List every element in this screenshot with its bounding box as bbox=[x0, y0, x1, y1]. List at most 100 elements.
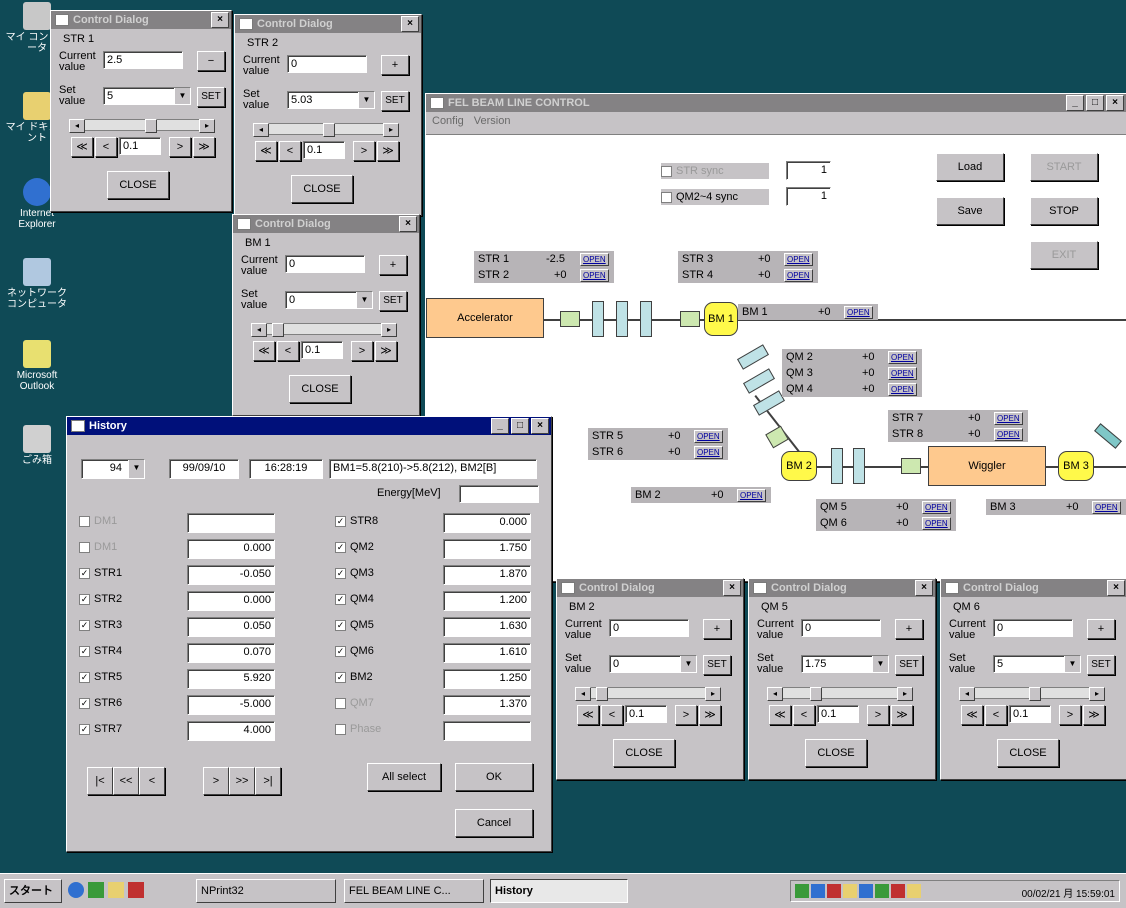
increment-button[interactable]: + bbox=[1087, 619, 1115, 639]
history-row-checkbox[interactable]: ✓ STR3 bbox=[79, 619, 122, 631]
chevron-left-icon[interactable]: ◂ bbox=[253, 123, 269, 137]
close-icon[interactable]: × bbox=[1106, 95, 1124, 111]
exit-button[interactable]: EXIT bbox=[1030, 241, 1098, 269]
step-prev-button[interactable]: < bbox=[793, 705, 815, 725]
step-next-button[interactable]: > bbox=[1059, 705, 1081, 725]
history-row-checkbox[interactable]: QM7 bbox=[335, 697, 374, 709]
increment-button[interactable]: + bbox=[379, 255, 407, 275]
history-row-checkbox[interactable]: ✓ STR2 bbox=[79, 593, 122, 605]
close-button[interactable]: CLOSE bbox=[613, 739, 675, 767]
save-button[interactable]: Save bbox=[936, 197, 1004, 225]
ok-button[interactable]: OK bbox=[455, 763, 533, 791]
slider-thumb[interactable] bbox=[1029, 687, 1041, 701]
history-row-checkbox[interactable]: ✓ STR7 bbox=[79, 723, 122, 735]
step-field[interactable]: 0.1 bbox=[119, 137, 161, 155]
value-slider[interactable]: ◂ ▸ bbox=[959, 687, 1105, 701]
history-row-checkbox[interactable]: ✓ QM3 bbox=[335, 567, 374, 579]
chevron-down-icon[interactable]: ▼ bbox=[174, 88, 190, 104]
step-prev-button[interactable]: < bbox=[279, 141, 301, 161]
start-button[interactable]: スタート bbox=[4, 879, 62, 903]
chevron-right-icon[interactable]: ▸ bbox=[705, 687, 721, 701]
chevron-down-icon[interactable]: ▼ bbox=[358, 92, 374, 108]
slider-thumb[interactable] bbox=[323, 123, 335, 137]
task-history[interactable]: History bbox=[490, 879, 628, 903]
step-field[interactable]: 0.1 bbox=[817, 705, 859, 723]
recycle-bin-icon[interactable]: ごみ箱 bbox=[2, 425, 72, 466]
history-row-checkbox[interactable]: ✓ QM6 bbox=[335, 645, 374, 657]
set-button[interactable]: SET bbox=[703, 655, 731, 675]
history-row-checkbox[interactable]: ✓ STR5 bbox=[79, 671, 122, 683]
step-next-button[interactable]: > bbox=[169, 137, 191, 157]
step-next-button[interactable]: > bbox=[867, 705, 889, 725]
start-button[interactable]: START bbox=[1030, 153, 1098, 181]
step-first-button[interactable]: ≪ bbox=[577, 705, 599, 725]
value-slider[interactable]: ◂ ▸ bbox=[253, 123, 399, 137]
history-row-checkbox[interactable]: DM1 bbox=[79, 515, 117, 527]
value-slider[interactable]: ◂ ▸ bbox=[69, 119, 215, 133]
step-field[interactable]: 0.1 bbox=[303, 141, 345, 159]
load-button[interactable]: Load bbox=[936, 153, 1004, 181]
set-button[interactable]: SET bbox=[1087, 655, 1115, 675]
step-next-button[interactable]: > bbox=[675, 705, 697, 725]
next-button[interactable]: > bbox=[203, 767, 229, 795]
current-value-field[interactable]: 0 bbox=[993, 619, 1073, 637]
energy-field[interactable] bbox=[459, 485, 539, 503]
close-button[interactable]: CLOSE bbox=[997, 739, 1059, 767]
current-value-field[interactable]: 0 bbox=[285, 255, 365, 273]
minimize-icon[interactable]: _ bbox=[491, 418, 509, 434]
network-computer-icon[interactable]: ネットワーク コンピュータ bbox=[2, 258, 72, 310]
step-prev-button[interactable]: < bbox=[277, 341, 299, 361]
history-row-checkbox[interactable]: ✓ STR4 bbox=[79, 645, 122, 657]
history-row-checkbox[interactable]: ✓ STR1 bbox=[79, 567, 122, 579]
chevron-down-icon[interactable]: ▼ bbox=[1064, 656, 1080, 672]
step-first-button[interactable]: ≪ bbox=[71, 137, 93, 157]
history-row-checkbox[interactable]: Phase bbox=[335, 723, 381, 735]
close-icon[interactable]: × bbox=[723, 580, 741, 596]
step-last-button[interactable]: ≫ bbox=[1083, 705, 1105, 725]
step-field[interactable]: 0.1 bbox=[1009, 705, 1051, 723]
close-icon[interactable]: × bbox=[531, 418, 549, 434]
quick-icon[interactable] bbox=[108, 882, 124, 898]
outlook-icon[interactable]: Microsoft Outlook bbox=[2, 340, 72, 392]
set-value-select[interactable]: 0 ▼ bbox=[609, 655, 697, 673]
chevron-right-icon[interactable]: ▸ bbox=[383, 123, 399, 137]
value-slider[interactable]: ◂ ▸ bbox=[767, 687, 913, 701]
increment-button[interactable]: + bbox=[703, 619, 731, 639]
close-button[interactable]: CLOSE bbox=[289, 375, 351, 403]
step-field[interactable]: 0.1 bbox=[301, 341, 343, 359]
maximize-icon[interactable]: □ bbox=[1086, 95, 1104, 111]
chevron-down-icon[interactable]: ▼ bbox=[680, 656, 696, 672]
set-value-select[interactable]: 1.75 ▼ bbox=[801, 655, 889, 673]
ie-quick-icon[interactable] bbox=[68, 882, 84, 898]
chevron-down-icon[interactable]: ▼ bbox=[872, 656, 888, 672]
close-button[interactable]: CLOSE bbox=[291, 175, 353, 203]
all-select-button[interactable]: All select bbox=[367, 763, 441, 791]
chevron-right-icon[interactable]: ▸ bbox=[381, 323, 397, 337]
step-last-button[interactable]: ≫ bbox=[891, 705, 913, 725]
slider-thumb[interactable] bbox=[596, 687, 608, 701]
chevron-down-icon[interactable]: ▼ bbox=[356, 292, 372, 308]
first-button[interactable]: |< bbox=[87, 767, 113, 795]
value-slider[interactable]: ◂ ▸ bbox=[575, 687, 721, 701]
chevron-left-icon[interactable]: ◂ bbox=[575, 687, 591, 701]
chevron-right-icon[interactable]: ▸ bbox=[897, 687, 913, 701]
step-last-button[interactable]: ≫ bbox=[377, 141, 399, 161]
current-value-field[interactable]: 0 bbox=[609, 619, 689, 637]
history-row-checkbox[interactable]: ✓ BM2 bbox=[335, 671, 373, 683]
step-next-button[interactable]: > bbox=[353, 141, 375, 161]
slider-thumb[interactable] bbox=[272, 323, 284, 337]
next-fast-button[interactable]: >> bbox=[229, 767, 255, 795]
step-last-button[interactable]: ≫ bbox=[193, 137, 215, 157]
current-value-field[interactable]: 0 bbox=[801, 619, 881, 637]
history-row-checkbox[interactable]: ✓ STR8 bbox=[335, 515, 378, 527]
set-value-select[interactable]: 5 ▼ bbox=[993, 655, 1081, 673]
set-value-select[interactable]: 5 ▼ bbox=[103, 87, 191, 105]
history-row-checkbox[interactable]: DM1 bbox=[79, 541, 117, 553]
close-icon[interactable]: × bbox=[915, 580, 933, 596]
str-sync-value[interactable]: 1 bbox=[786, 161, 831, 180]
maximize-icon[interactable]: □ bbox=[511, 418, 529, 434]
step-prev-button[interactable]: < bbox=[985, 705, 1007, 725]
step-last-button[interactable]: ≫ bbox=[699, 705, 721, 725]
set-button[interactable]: SET bbox=[379, 291, 407, 311]
slider-thumb[interactable] bbox=[145, 119, 157, 133]
